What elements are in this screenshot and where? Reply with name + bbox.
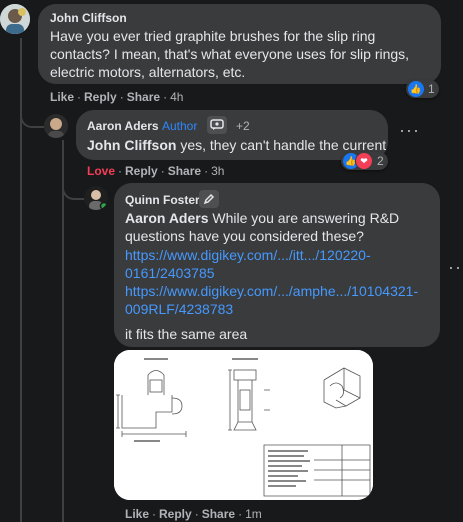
timestamp[interactable]: 4h — [170, 90, 183, 104]
reply-button[interactable]: Reply — [159, 507, 192, 521]
reaction-count: 1 — [428, 82, 435, 96]
like-button[interactable]: Like — [50, 90, 74, 104]
share-button[interactable]: Share — [127, 90, 160, 104]
rising-fan-icon — [207, 116, 227, 134]
more-dots-icon[interactable]: ·· — [448, 258, 462, 276]
comment-text-line: questions have you considered these? — [125, 228, 364, 244]
like-reaction-icon: 👍 — [408, 81, 424, 97]
rising-fan-icon-glyph — [210, 119, 224, 130]
product-link[interactable]: 009RLF/4238783 — [125, 300, 233, 318]
thread-connector — [62, 170, 84, 200]
comment-actions: Love · Reply · Share · 3h — [87, 164, 225, 178]
avatar-image — [0, 4, 30, 34]
share-button[interactable]: Share — [202, 507, 235, 521]
reaction-count: 2 — [377, 154, 384, 168]
reaction-summary[interactable]: 👍 1 — [406, 80, 439, 98]
mention[interactable]: Aaron Aders — [125, 210, 209, 226]
technical-drawing-image — [114, 350, 373, 500]
comment-text: John Cliffson yes, they can't handle the… — [87, 137, 387, 153]
like-button[interactable]: Like — [125, 507, 149, 521]
avatar[interactable] — [44, 114, 68, 138]
share-button[interactable]: Share — [168, 164, 201, 178]
thread-line — [62, 140, 64, 522]
comment-actions: Like · Reply · Share · 1m — [125, 507, 262, 521]
attachment-image[interactable] — [114, 350, 373, 500]
comment-text: Aaron Aders While you are answering R&D — [125, 210, 400, 226]
reaction-summary[interactable]: 👍 ❤ 2 — [341, 152, 388, 170]
comment-text-line: Have you ever tried graphite brushes for… — [50, 28, 376, 44]
comment-text-line: it fits the same area — [125, 326, 248, 342]
mention[interactable]: John Cliffson — [87, 137, 176, 153]
comment-text-line: contacts? I mean, that's what everyone u… — [50, 46, 410, 62]
author-badge: Author — [162, 119, 198, 133]
comment-author[interactable]: Aaron Aders — [87, 119, 159, 133]
comment-author[interactable]: Quinn Foster — [125, 193, 200, 207]
love-reaction-icon: ❤ — [355, 152, 373, 170]
comment-actions: Like · Reply · Share · 4h — [50, 90, 184, 104]
timestamp[interactable]: 1m — [245, 507, 262, 521]
avatar[interactable] — [84, 186, 108, 210]
avatar-image — [44, 114, 68, 138]
comment-text-line: electric motors, alternators, etc. — [50, 64, 246, 80]
avatar-image — [84, 186, 108, 210]
more-dots-icon[interactable]: ··· — [399, 121, 420, 139]
product-link[interactable]: https://www.digikey.com/.../itt.../12022… — [125, 246, 371, 264]
product-link[interactable]: https://www.digikey.com/.../amphe.../101… — [125, 282, 418, 300]
avatar[interactable] — [0, 4, 30, 34]
pencil-icon-glyph — [203, 193, 215, 205]
thread-connector — [20, 100, 44, 128]
reply-button[interactable]: Reply — [125, 164, 158, 178]
comment-author[interactable]: John Cliffson — [50, 11, 127, 25]
love-button[interactable]: Love — [87, 164, 115, 178]
timestamp[interactable]: 3h — [211, 164, 224, 178]
badge-count: +2 — [236, 119, 250, 133]
pencil-icon — [199, 190, 219, 208]
product-link[interactable]: 0161/2403785 — [125, 264, 215, 282]
reply-button[interactable]: Reply — [84, 90, 117, 104]
